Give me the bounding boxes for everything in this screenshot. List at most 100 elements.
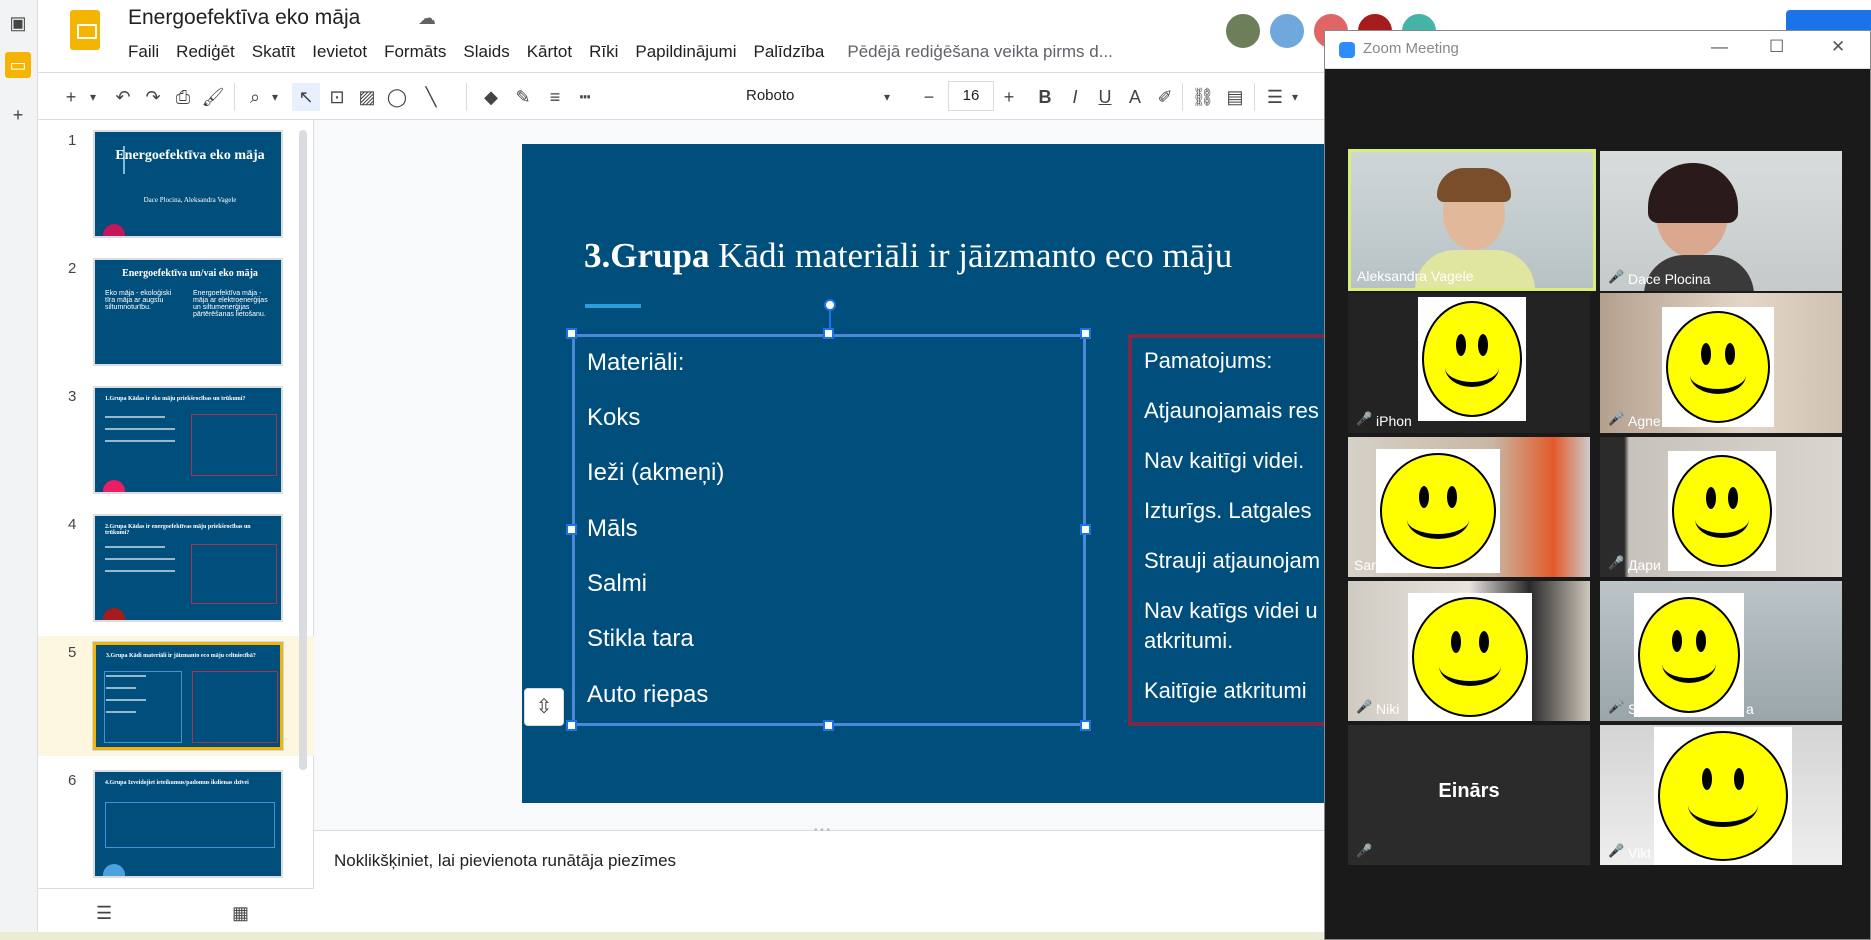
font-size-decrease-icon[interactable]: − (916, 83, 942, 111)
highlight-icon[interactable]: ✐ (1152, 83, 1178, 111)
participant-tile[interactable]: 🎤 iPhon (1348, 293, 1590, 433)
align-dropdown-icon[interactable]: ▾ (1288, 83, 1302, 111)
add-icon[interactable]: + (5, 102, 31, 128)
cloud-saved-icon[interactable]: ☁ (418, 8, 436, 29)
slide-canvas[interactable]: 3.Grupa Kādi materiāli ir jāizmanto eco … (522, 144, 1333, 803)
font-dropdown-icon[interactable]: ▾ (880, 83, 894, 111)
resize-handle[interactable] (1080, 524, 1091, 535)
border-dash-icon[interactable]: ┅ (572, 83, 598, 111)
participant-tile[interactable]: Aleksandra Vagele (1348, 149, 1596, 291)
avatar[interactable] (1224, 12, 1262, 50)
speaker-notes-placeholder[interactable]: Noklikšķiniet, lai pievienota runātāja p… (334, 851, 676, 871)
justification-item: Nav katīgs videi u (1144, 598, 1318, 623)
menu-help[interactable]: Palīdzība (753, 42, 824, 62)
text-box-icon[interactable]: ⊡ (324, 83, 350, 111)
participant-tile[interactable]: Sar (1348, 437, 1590, 577)
menu-slide[interactable]: Slaids (463, 42, 509, 62)
menu-edit[interactable]: Rediģēt (176, 42, 235, 62)
resize-handle[interactable] (823, 328, 834, 339)
participant-tile[interactable]: 🎤 Dace Plocina (1600, 151, 1842, 291)
participant-tile[interactable]: Einārs 🎤 (1348, 725, 1590, 865)
resize-handle[interactable] (1080, 328, 1091, 339)
thumb-title: Energoefektīva eko māja (115, 148, 265, 163)
menu-addons[interactable]: Papildinājumi (635, 42, 736, 62)
select-cursor-icon[interactable]: ↖ (292, 83, 320, 111)
minimize-icon[interactable]: — (1711, 37, 1728, 57)
menu-file[interactable]: Faili (128, 42, 159, 62)
document-title[interactable]: Energoefektīva eko māja (128, 6, 360, 30)
menu-tools[interactable]: Rīki (589, 42, 618, 62)
redo-icon[interactable]: ↷ (140, 83, 166, 111)
new-slide-dropdown-icon[interactable]: ▾ (86, 83, 100, 111)
underline-icon[interactable]: U (1092, 83, 1118, 111)
bold-icon[interactable]: B (1032, 83, 1058, 111)
muted-icon: 🎤 (1356, 411, 1373, 426)
autofit-options-button[interactable]: ⇳ (524, 688, 564, 726)
slide-thumbnail-2[interactable]: Energoefektīva un/vai eko māja Eko māja … (93, 258, 283, 366)
menu-arrange[interactable]: Kārtot (527, 42, 572, 62)
menu-format[interactable]: Formāts (384, 42, 446, 62)
paint-format-icon[interactable]: 🖌 (200, 83, 226, 111)
border-color-icon[interactable]: ✎ (510, 83, 536, 111)
resize-handle[interactable] (566, 720, 577, 731)
border-weight-icon[interactable]: ≡ (542, 83, 568, 111)
participant-name: Aleksandra Vagele (1357, 268, 1474, 284)
print-icon[interactable]: ⎙ (170, 83, 196, 111)
zoom-dropdown-icon[interactable]: ▾ (268, 83, 282, 111)
line-icon[interactable]: ╲ (418, 83, 444, 111)
zoom-icon[interactable]: ⌕ (242, 83, 268, 111)
slide-thumbnail-6[interactable]: 4.Grupa Izveidojiet ieteikumus/padomus i… (93, 770, 283, 878)
slide-thumbnail-1[interactable]: Energoefektīva eko māja Dace Plocina, Al… (93, 130, 283, 238)
font-size-input[interactable]: 16 (948, 81, 994, 111)
resize-handle[interactable] (566, 524, 577, 535)
align-icon[interactable]: ☰ (1262, 83, 1288, 111)
image-icon[interactable]: ▨ (354, 83, 380, 111)
resize-handle[interactable] (823, 720, 834, 731)
italic-icon[interactable]: I (1062, 83, 1088, 111)
maximize-icon[interactable]: ☐ (1769, 37, 1784, 57)
avatar[interactable] (1268, 12, 1306, 50)
grid-view-icon[interactable]: ▦ (232, 903, 249, 924)
fill-color-icon[interactable]: ◆ (478, 83, 504, 111)
zoom-meeting-window[interactable]: Zoom Meeting — ☐ ✕ Aleksandra Vagele 🎤 D… (1324, 30, 1871, 940)
app-icon[interactable]: ▣ (5, 10, 31, 36)
material-item: Ieži (akmeņi) (587, 459, 725, 486)
smiley-avatar (1668, 451, 1776, 571)
slide-thumbnail-3[interactable]: 1.Grupa Kādas ir eko māju priekšrocības … (93, 386, 283, 494)
participant-tile[interactable]: 🎤 Vikt (1600, 725, 1842, 865)
undo-icon[interactable]: ↶ (110, 83, 136, 111)
thumb-title: Energoefektīva un/vai eko māja (122, 268, 258, 279)
shape-icon[interactable]: ◯ (384, 83, 410, 111)
justification-text-box[interactable]: Pamatojums: Atjaunojamais res Nav kaitīg… (1128, 334, 1333, 726)
materials-text-box[interactable]: Materiāli: Koks Ieži (akmeņi) Māls Salmi… (572, 334, 1086, 726)
list-view-icon[interactable]: ☰ (96, 903, 112, 924)
resize-handle[interactable] (1080, 720, 1091, 731)
title-group-label: 3.Grupa (584, 236, 710, 275)
text-color-icon[interactable]: A (1122, 83, 1148, 111)
slide-thumbnail-4[interactable]: 2.Grupa Kādas ir energoefektīvas māju pr… (93, 514, 283, 622)
participant-tile[interactable]: 🎤 S a (1600, 581, 1842, 721)
slides-app-icon[interactable]: ▭ (5, 52, 31, 78)
zoom-window-title: Zoom Meeting (1363, 40, 1459, 57)
participant-tile[interactable]: 🎤 Дари (1600, 437, 1842, 577)
participant-tile[interactable]: 🎤 Niki (1348, 581, 1590, 721)
participant-tile[interactable]: 🎤 Agne (1600, 293, 1842, 433)
rotate-handle[interactable] (824, 299, 836, 311)
menu-view[interactable]: Skatīt (252, 42, 295, 62)
menu-insert[interactable]: Ievietot (312, 42, 367, 62)
new-slide-icon[interactable]: + (58, 83, 84, 111)
slide-thumbnail-5[interactable]: 3.Grupa Kādi materiāli ir jāizmanto eco … (92, 641, 284, 751)
filmstrip-scrollbar[interactable] (299, 130, 307, 770)
justification-item: Nav kaitīgi videi. (1144, 448, 1305, 473)
thumb-title: 1.Grupa Kādas ir eko māju priekšrocības … (105, 396, 246, 402)
font-size-increase-icon[interactable]: + (996, 83, 1022, 111)
speaker-notes-panel[interactable]: • • • Noklikšķiniet, lai pievienota runā… (314, 825, 1332, 940)
link-icon[interactable]: ⛓ (1190, 83, 1216, 111)
zoom-title-bar[interactable]: Zoom Meeting — ☐ ✕ (1325, 31, 1870, 69)
last-edit-link[interactable]: Pēdējā rediģēšana veikta pirms d... (847, 42, 1113, 62)
slides-logo-icon[interactable] (70, 10, 100, 50)
comment-icon[interactable]: ▤ (1222, 83, 1248, 111)
resize-handle[interactable] (566, 328, 577, 339)
slide-title[interactable]: 3.Grupa Kādi materiāli ir jāizmanto eco … (584, 236, 1232, 276)
close-icon[interactable]: ✕ (1831, 37, 1845, 57)
